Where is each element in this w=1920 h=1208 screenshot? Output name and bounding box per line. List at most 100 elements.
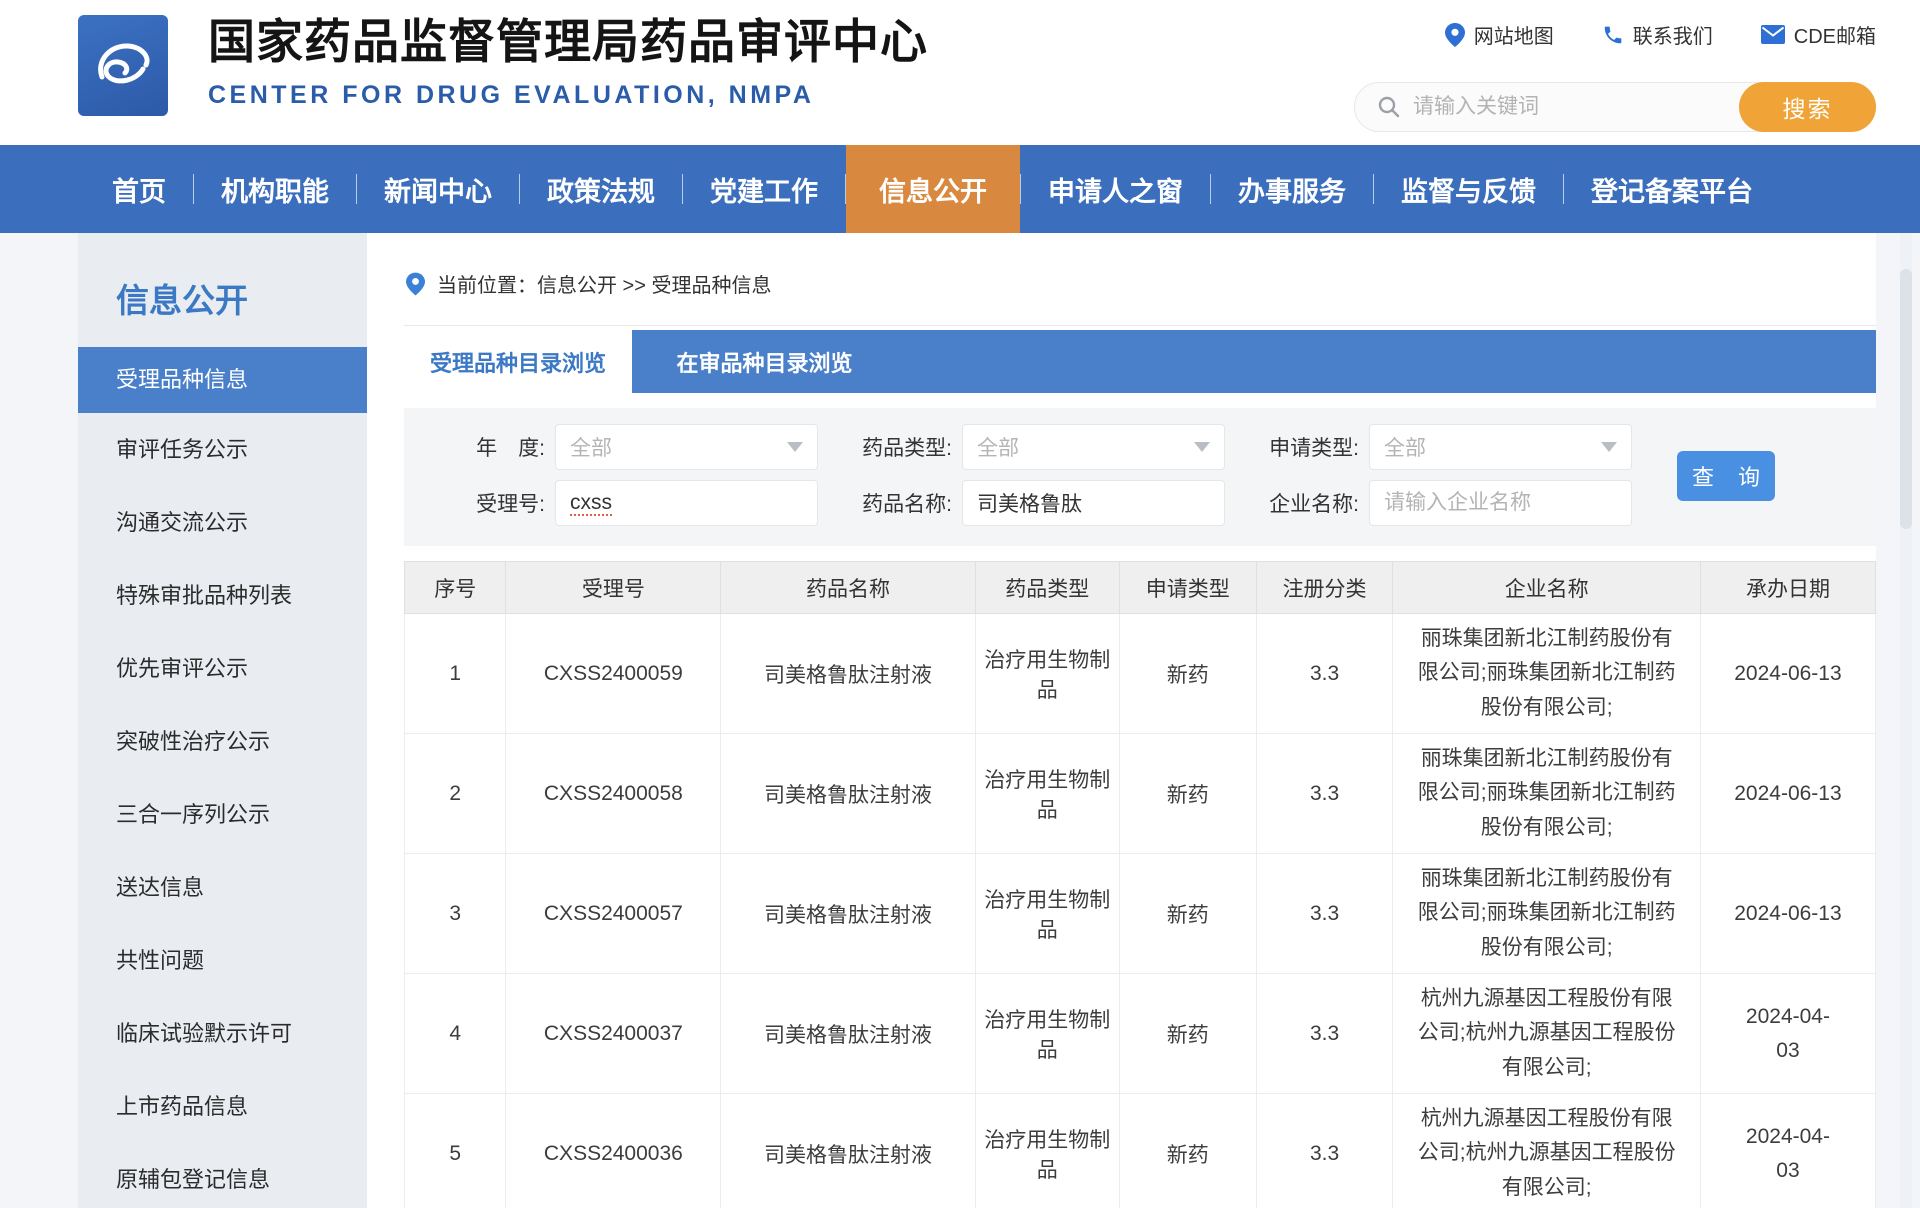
filter-row-2: 受理号: cxss 药品名称: 企业名称: [420, 480, 1876, 526]
nav-item-news[interactable]: 新闻中心 [357, 145, 519, 233]
chevron-down-icon [1194, 442, 1210, 452]
cell-seq: 5 [403, 1093, 507, 1208]
cell-company: 丽珠集团新北江制药股份有限公司;丽珠集团新北江制药股份有限公司; [1392, 853, 1701, 974]
cell-registration-class: 3.3 [1255, 613, 1394, 734]
site-title: 国家药品监督管理局药品审评中心 [208, 15, 928, 68]
utility-links: 网站地图 联系我们 CDE邮箱 [1444, 20, 1876, 49]
nav-item-info-disclosure[interactable]: 信息公开 [846, 145, 1020, 233]
table-row: 1 CXSS2400059 司美格鲁肽注射液 治疗用生物制品 新药 3.3 丽珠… [403, 613, 1877, 734]
sidebar: 信息公开 受理品种信息 审评任务公示 沟通交流公示 特殊审批品种列表 优先审评公… [78, 233, 367, 1208]
nav-item-policy[interactable]: 政策法规 [520, 145, 682, 233]
sidebar-item-three-in-one[interactable]: 三合一序列公示 [78, 778, 367, 851]
cell-registration-class: 3.3 [1255, 1093, 1394, 1208]
cell-seq: 2 [403, 733, 507, 854]
header-search: 搜索 [1354, 82, 1876, 132]
sidebar-item-review-tasks[interactable]: 审评任务公示 [78, 413, 367, 486]
cell-acceptance-no: CXSS2400036 [505, 1093, 722, 1208]
drug-name-label: 药品名称: [862, 493, 952, 516]
contact-label: 联系我们 [1632, 26, 1713, 48]
search-icon [1377, 95, 1401, 119]
sidebar-item-breakthrough-therapy[interactable]: 突破性治疗公示 [78, 705, 367, 778]
filter-year: 年 度: 全部 [420, 424, 840, 470]
cell-seq: 4 [403, 973, 507, 1094]
cell-drug-type: 治疗用生物制品 [974, 733, 1120, 854]
nav-item-party[interactable]: 党建工作 [683, 145, 845, 233]
tab-under-review-catalog[interactable]: 在审品种目录浏览 [632, 330, 897, 393]
cell-seq: 1 [403, 613, 507, 734]
sidebar-item-priority-review[interactable]: 优先审评公示 [78, 632, 367, 705]
sitemap-link[interactable]: 网站地图 [1444, 20, 1554, 49]
sidebar-item-clinical-trial-license[interactable]: 临床试验默示许可 [78, 997, 367, 1070]
col-seq: 序号 [403, 561, 507, 614]
search-button[interactable]: 搜索 [1739, 82, 1876, 132]
cell-date: 2024-06-13 [1699, 613, 1877, 734]
drug-type-select-value: 全部 [977, 437, 1019, 460]
scrollbar-track[interactable] [1900, 233, 1912, 1208]
cell-drug-name: 司美格鲁肽注射液 [720, 613, 976, 734]
sidebar-title: 信息公开 [116, 282, 248, 319]
phone-icon [1602, 24, 1624, 46]
mail-link[interactable]: CDE邮箱 [1760, 20, 1876, 49]
nav-item-applicant[interactable]: 申请人之窗 [1021, 145, 1210, 233]
scrollbar-thumb[interactable] [1900, 269, 1912, 529]
acceptance-no-label: 受理号: [476, 493, 545, 516]
cell-date: 2024-04- 03 [1699, 973, 1877, 1094]
application-type-select[interactable]: 全部 [1369, 424, 1632, 470]
chevron-down-icon [787, 442, 803, 452]
main-nav: 首页 机构职能 新闻中心 政策法规 党建工作 信息公开 申请人之窗 办事服务 监… [0, 145, 1920, 233]
cell-registration-class: 3.3 [1255, 973, 1394, 1094]
cell-acceptance-no: CXSS2400037 [505, 973, 722, 1094]
sitemap-label: 网站地图 [1473, 26, 1554, 48]
company-name-input[interactable] [1384, 491, 1617, 515]
sidebar-item-marketed-drugs[interactable]: 上市药品信息 [78, 1070, 367, 1143]
breadcrumb: 当前位置：信息公开 >> 受理品种信息 [404, 233, 1876, 326]
sidebar-item-common-questions[interactable]: 共性问题 [78, 924, 367, 997]
cell-company: 丽珠集团新北江制药股份有限公司;丽珠集团新北江制药股份有限公司; [1392, 733, 1701, 854]
site-subtitle: CENTER FOR DRUG EVALUATION, NMPA [208, 81, 815, 109]
cell-registration-class: 3.3 [1255, 853, 1394, 974]
cell-drug-name: 司美格鲁肽注射液 [720, 733, 976, 854]
envelope-icon [1760, 25, 1785, 44]
cell-application-type: 新药 [1118, 613, 1257, 734]
company-name-label: 企业名称: [1269, 493, 1359, 516]
cell-company: 杭州九源基因工程股份有限公司;杭州九源基因工程股份有限公司; [1392, 1093, 1701, 1208]
sidebar-item-delivery-info[interactable]: 送达信息 [78, 851, 367, 924]
filter-company-name: 企业名称: [1247, 480, 1654, 526]
site-header: 国家药品监督管理局药品审评中心 CENTER FOR DRUG EVALUATI… [0, 0, 1920, 145]
cell-acceptance-no: CXSS2400059 [505, 613, 722, 734]
nav-item-functions[interactable]: 机构职能 [194, 145, 356, 233]
sidebar-item-excipient-registration[interactable]: 原辅包登记信息 [78, 1143, 367, 1208]
sidebar-item-accepted-varieties[interactable]: 受理品种信息 [78, 347, 367, 413]
col-acceptance-no: 受理号 [505, 561, 722, 614]
table-row: 2 CXSS2400058 司美格鲁肽注射液 治疗用生物制品 新药 3.3 丽珠… [403, 733, 1877, 854]
sidebar-item-communication[interactable]: 沟通交流公示 [78, 486, 367, 559]
query-button[interactable]: 查 询 [1677, 451, 1775, 501]
cell-application-type: 新药 [1118, 1093, 1257, 1208]
mail-label: CDE邮箱 [1793, 26, 1876, 48]
nav-item-home[interactable]: 首页 [85, 145, 193, 233]
drug-name-input[interactable] [977, 491, 1210, 515]
year-select[interactable]: 全部 [555, 424, 818, 470]
cell-date: 2024-06-13 [1699, 733, 1877, 854]
contact-link[interactable]: 联系我们 [1602, 20, 1713, 49]
tab-accepted-catalog[interactable]: 受理品种目录浏览 [404, 330, 632, 393]
acceptance-no-input[interactable]: cxss [555, 480, 818, 526]
sidebar-item-special-approval[interactable]: 特殊审批品种列表 [78, 559, 367, 632]
cell-drug-name: 司美格鲁肽注射液 [720, 853, 976, 974]
application-type-label: 申请类型: [1269, 437, 1359, 460]
acceptance-no-value: cxss [570, 491, 612, 514]
filter-panel: 年 度: 全部 药品类型: 全部 申请类型: 全部 受理号: cxss 药品名称… [404, 408, 1876, 546]
drug-type-select[interactable]: 全部 [962, 424, 1225, 470]
cell-company: 丽珠集团新北江制药股份有限公司;丽珠集团新北江制药股份有限公司; [1392, 613, 1701, 734]
col-company: 企业名称 [1392, 561, 1701, 614]
search-input[interactable] [1413, 95, 1739, 119]
table-header-row: 序号 受理号 药品名称 药品类型 申请类型 注册分类 企业名称 承办日期 [403, 561, 1877, 614]
nav-item-supervision[interactable]: 监督与反馈 [1374, 145, 1563, 233]
results-table: 序号 受理号 药品名称 药品类型 申请类型 注册分类 企业名称 承办日期 1 C… [403, 561, 1877, 1208]
right-gutter [1876, 233, 1920, 1208]
cell-application-type: 新药 [1118, 733, 1257, 854]
nav-item-services[interactable]: 办事服务 [1211, 145, 1373, 233]
cell-company: 杭州九源基因工程股份有限公司;杭州九源基因工程股份有限公司; [1392, 973, 1701, 1094]
nav-item-registration-platform[interactable]: 登记备案平台 [1564, 145, 1780, 233]
brand-block: 国家药品监督管理局药品审评中心 CENTER FOR DRUG EVALUATI… [208, 12, 928, 110]
